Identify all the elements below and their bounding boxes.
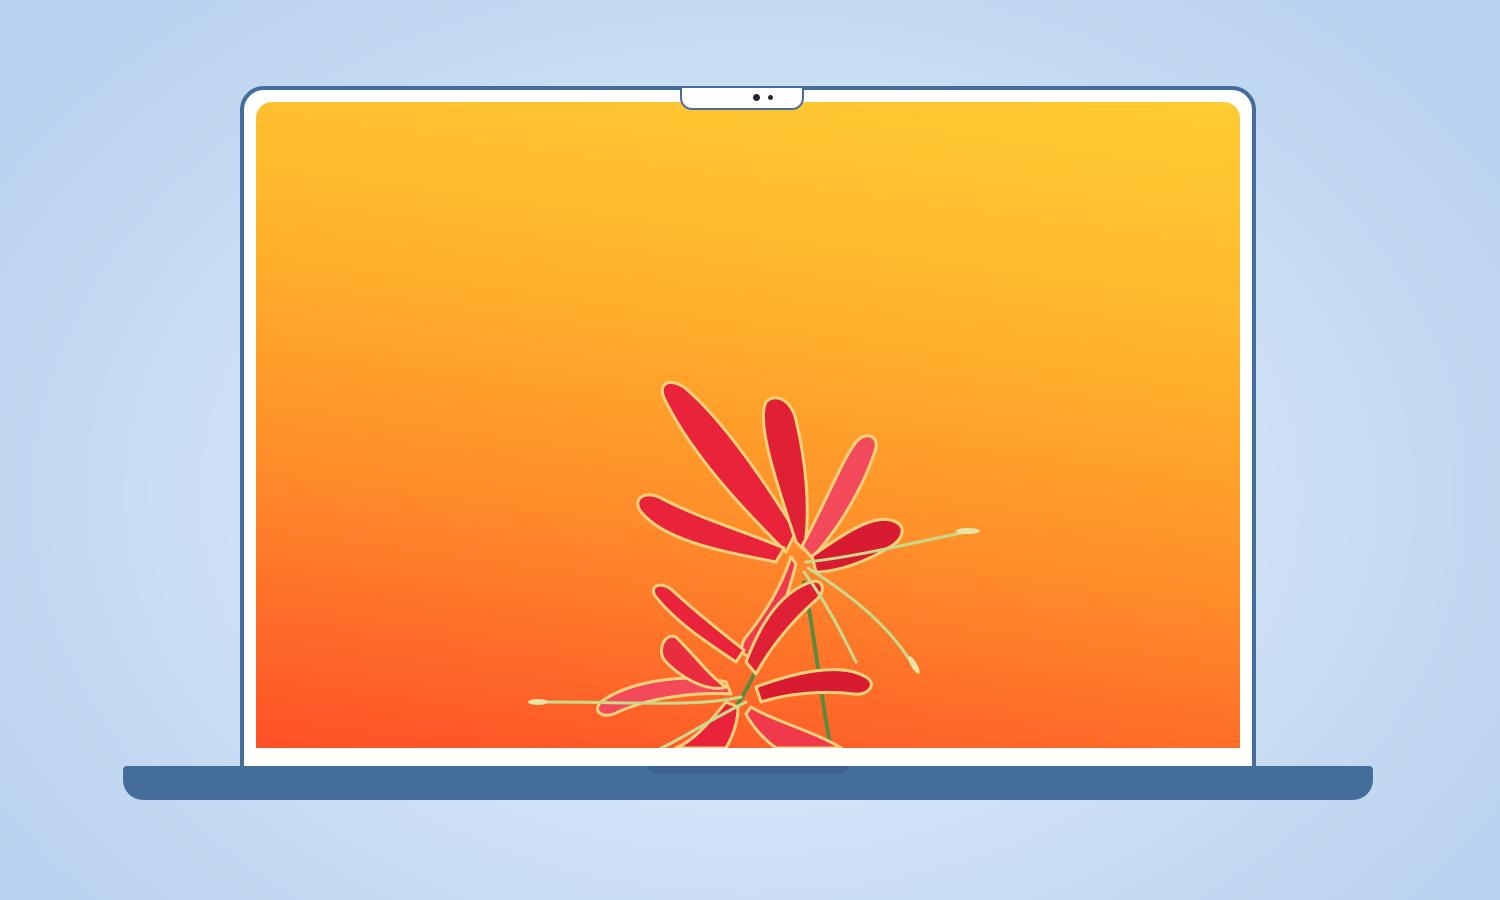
laptop-base bbox=[123, 766, 1373, 800]
petal bbox=[674, 700, 740, 748]
laptop-screen bbox=[256, 102, 1240, 748]
camera-icon bbox=[753, 94, 760, 101]
trackpad-groove bbox=[648, 766, 848, 774]
sensor-icon bbox=[768, 95, 773, 100]
petal bbox=[754, 668, 873, 704]
camera-notch bbox=[680, 88, 804, 110]
desktop-wallpaper bbox=[528, 381, 980, 748]
laptop-lid bbox=[240, 86, 1256, 772]
flower-lower bbox=[596, 579, 873, 748]
